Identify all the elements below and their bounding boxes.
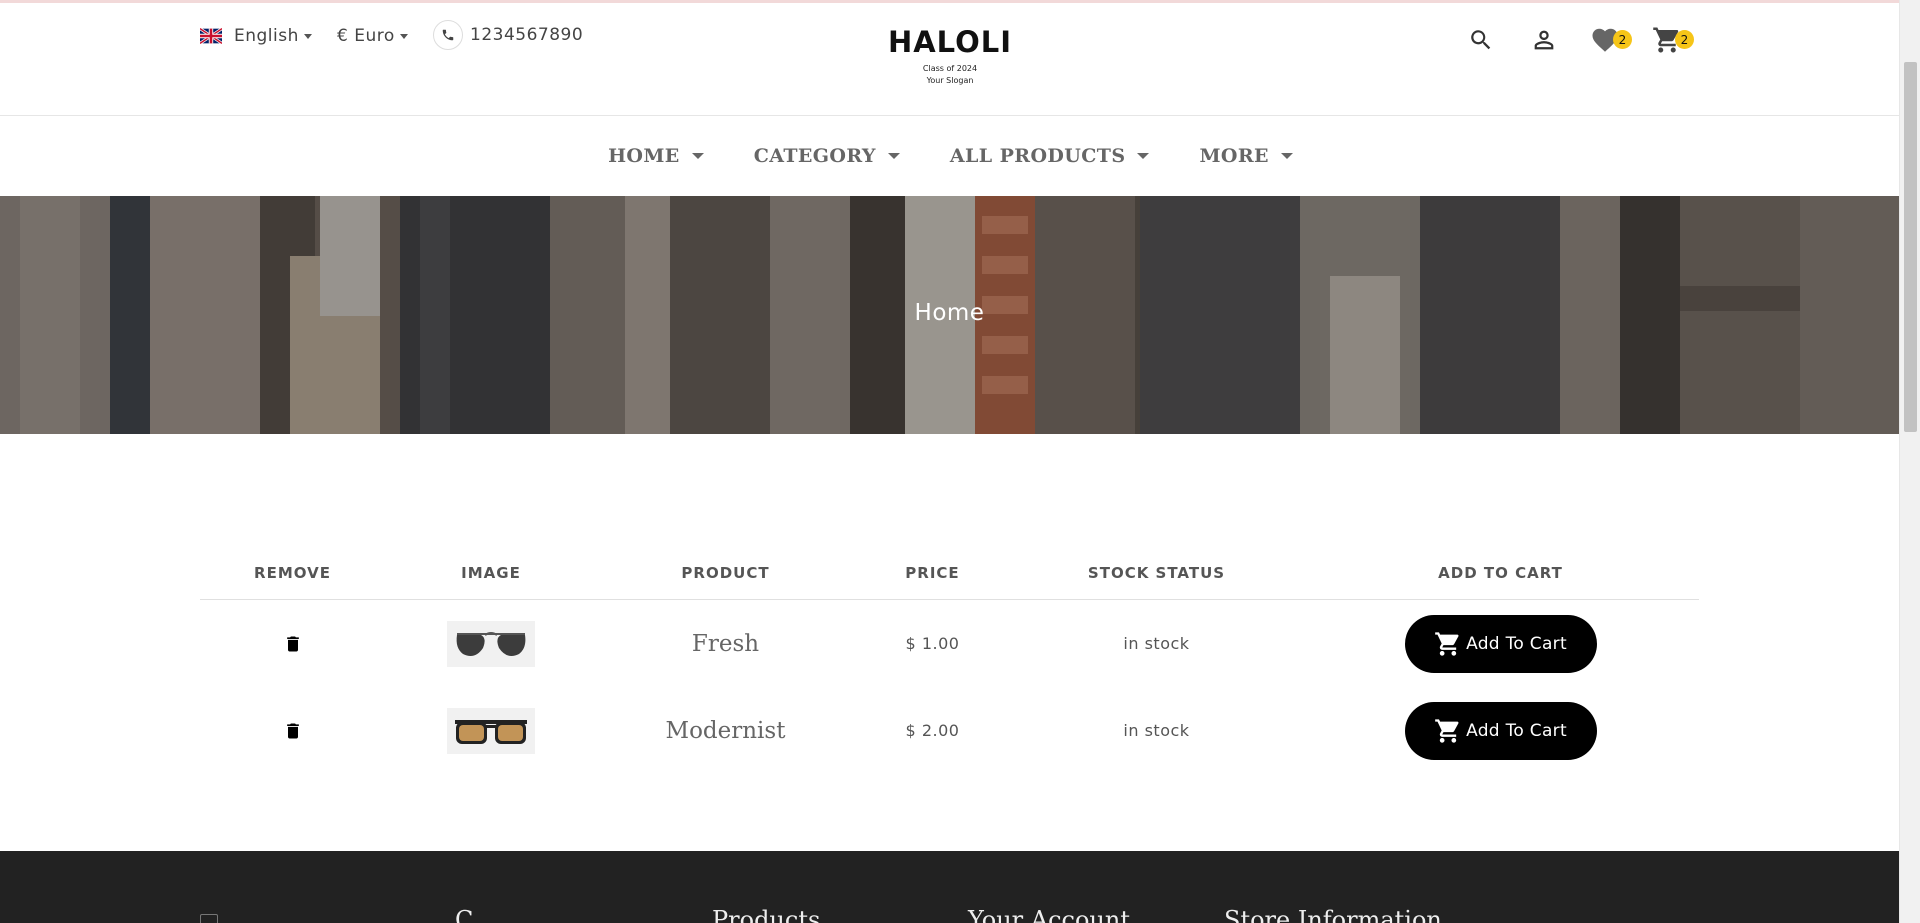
wishlist-button[interactable]: 2 — [1590, 25, 1632, 55]
site-header: English € Euro 1234567890 HALOLI Class o… — [0, 3, 1899, 116]
product-image-cell — [385, 707, 597, 754]
product-image[interactable] — [447, 620, 535, 667]
logo-line-1: Class of 2024 — [922, 64, 978, 73]
nav-item-label: MORE — [1199, 145, 1269, 167]
stock-status: in stock — [1123, 721, 1190, 740]
add-to-cart-button[interactable]: Add To Cart — [1404, 701, 1597, 760]
page-scrollbar[interactable] — [1899, 0, 1920, 923]
page-banner: Home — [0, 196, 1899, 434]
cart-icon — [1435, 631, 1459, 656]
page-title: Home — [914, 300, 985, 326]
logo-title: HALOLI — [887, 25, 1013, 59]
phone-contact[interactable]: 1234567890 — [433, 20, 583, 50]
table-header-row: REMOVE IMAGE PRODUCT PRICE STOCK STATUS … — [200, 552, 1699, 600]
product-image[interactable] — [447, 707, 535, 754]
trash-icon — [286, 636, 299, 651]
column-header-add-to-cart: ADD TO CART — [1438, 564, 1563, 582]
currency-selector[interactable]: € Euro — [337, 26, 408, 46]
scrollbar-thumb[interactable] — [1904, 62, 1917, 432]
cart-icon — [1435, 718, 1459, 743]
uk-flag-icon — [200, 28, 222, 44]
logo-tagline: Class of 2024 Your Slogan — [840, 63, 1060, 87]
logo-line-2: Your Slogan — [926, 76, 974, 85]
chevron-down-icon — [1137, 153, 1150, 159]
trash-icon — [286, 723, 299, 738]
nav-item-label: HOME — [608, 145, 680, 167]
column-header-remove: REMOVE — [254, 564, 331, 582]
product-image-cell — [385, 620, 597, 667]
footer-heading-products: Products — [712, 906, 821, 923]
add-to-cart-button[interactable]: Add To Cart — [1404, 614, 1597, 673]
site-footer: C Products Your Account Store Informatio… — [0, 851, 1899, 923]
product-price: $ 1.00 — [905, 634, 960, 653]
stock-status: in stock — [1123, 634, 1190, 653]
currency-label: € Euro — [337, 26, 395, 46]
wishlist-count-badge: 2 — [1613, 30, 1632, 49]
nav-item-all-products[interactable]: ALL PRODUCTS — [950, 145, 1150, 167]
add-to-cart-label: Add To Cart — [1466, 633, 1567, 654]
remove-button[interactable] — [200, 632, 385, 656]
chevron-down-icon — [303, 33, 312, 39]
product-price: $ 2.00 — [905, 721, 960, 740]
chevron-down-icon — [887, 153, 900, 159]
nav-item-more[interactable]: MORE — [1199, 145, 1293, 167]
search-icon — [1471, 30, 1491, 50]
nav-item-label: ALL PRODUCTS — [949, 145, 1126, 167]
search-button[interactable] — [1466, 25, 1496, 55]
chevron-down-icon — [691, 153, 704, 159]
phone-number: 1234567890 — [470, 25, 584, 45]
nav-item-label: CATEGORY — [753, 145, 876, 167]
user-icon — [1534, 30, 1554, 50]
footer-heading-1: C — [455, 906, 474, 923]
footer-heading-store-info: Store Information — [1224, 906, 1442, 923]
broken-image-icon — [200, 914, 218, 923]
chevron-down-icon — [399, 33, 408, 39]
aviator-sunglasses-icon — [456, 631, 526, 656]
table-row: Fresh $ 1.00 in stock Add To Cart — [200, 600, 1699, 687]
chevron-down-icon — [1280, 153, 1293, 159]
product-name-link[interactable]: Modernist — [666, 718, 786, 744]
cart-count-badge: 2 — [1675, 30, 1694, 49]
column-header-product: PRODUCT — [681, 564, 770, 582]
nav-item-category[interactable]: CATEGORY — [754, 145, 900, 167]
column-header-image: IMAGE — [461, 564, 521, 582]
language-label: English — [234, 26, 299, 46]
table-row: Modernist $ 2.00 in stock Add To Cart — [200, 687, 1699, 774]
column-header-stock-status: STOCK STATUS — [1087, 564, 1226, 582]
language-selector[interactable]: English — [200, 26, 312, 46]
add-to-cart-label: Add To Cart — [1466, 720, 1567, 741]
account-button[interactable] — [1529, 25, 1559, 55]
product-name-link[interactable]: Fresh — [692, 631, 759, 657]
cart-button[interactable]: 2 — [1652, 25, 1694, 55]
site-logo[interactable]: HALOLI Class of 2024 Your Slogan — [840, 25, 1060, 87]
wishlist-table: REMOVE IMAGE PRODUCT PRICE STOCK STATUS … — [200, 552, 1699, 774]
column-header-price: PRICE — [905, 564, 960, 582]
remove-button[interactable] — [200, 719, 385, 743]
nav-item-home[interactable]: HOME — [608, 145, 704, 167]
footer-heading-account: Your Account — [968, 906, 1130, 923]
phone-icon — [433, 20, 463, 50]
main-navigation: HOME CATEGORY ALL PRODUCTS MORE — [0, 116, 1899, 196]
amber-sunglasses-icon — [455, 719, 527, 744]
